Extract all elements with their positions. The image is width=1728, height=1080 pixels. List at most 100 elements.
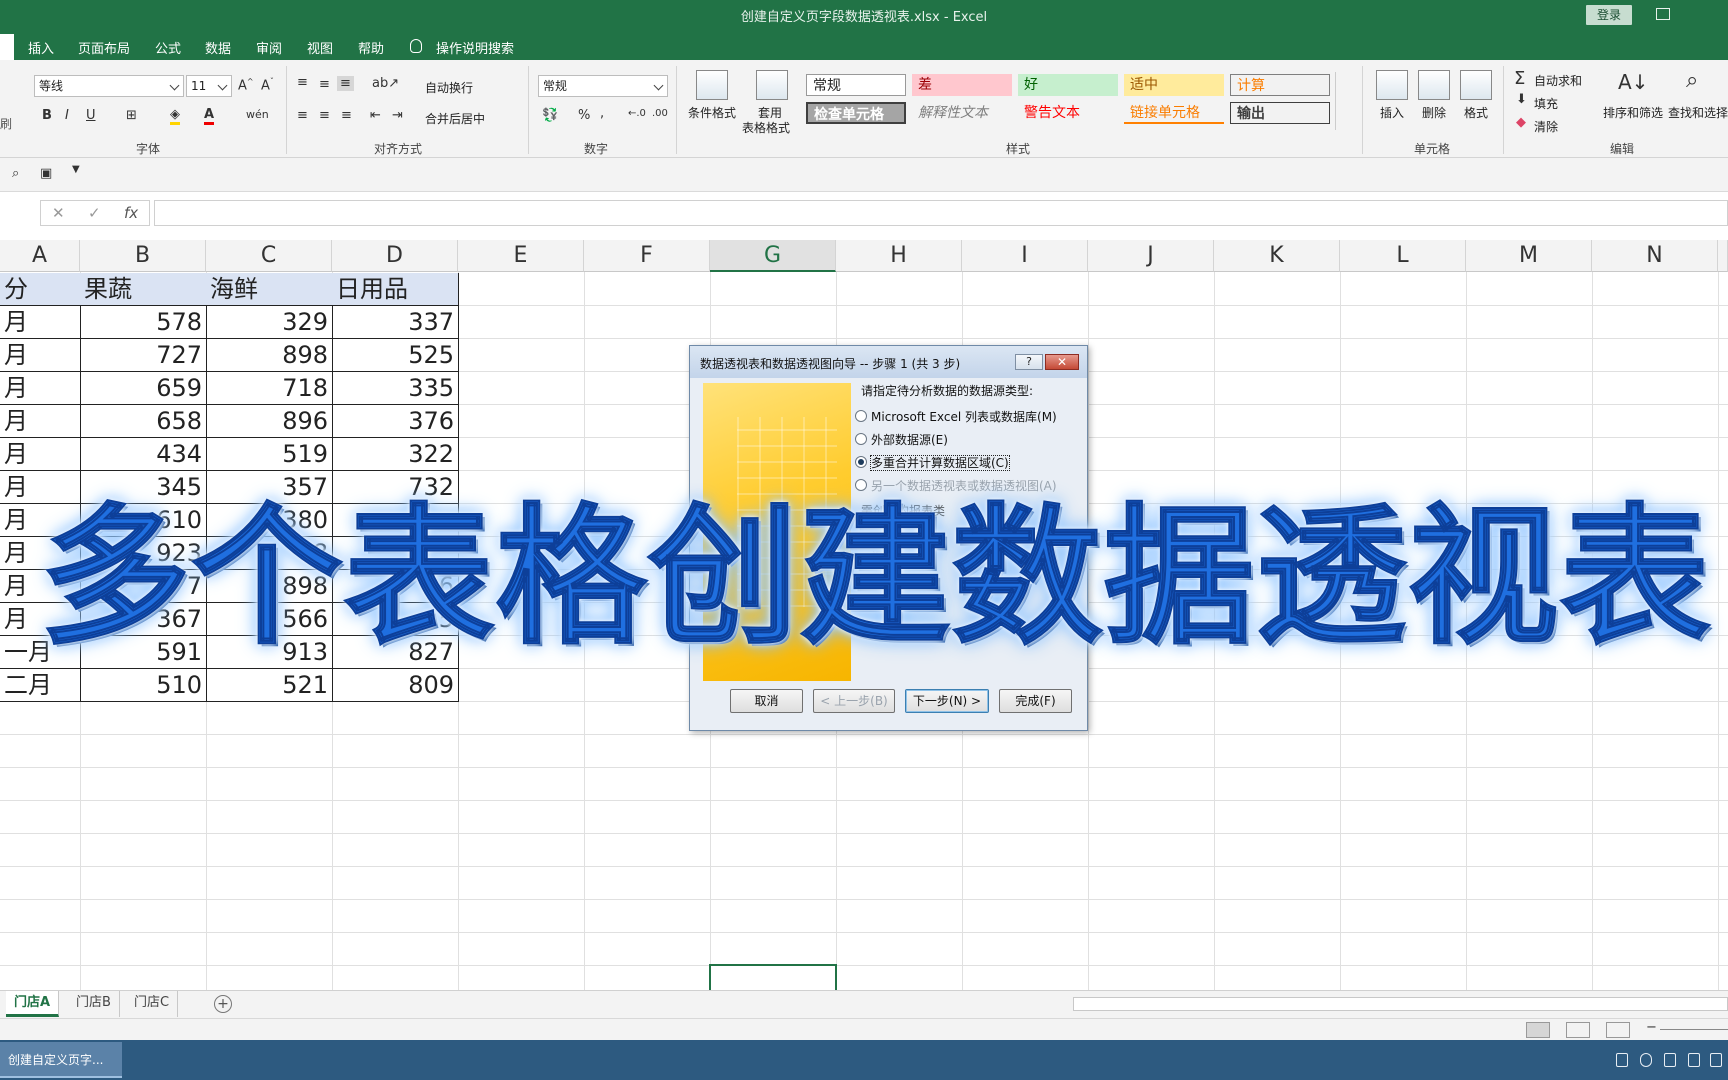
taskbar-excel-item[interactable]: 创建自定义页字...: [0, 1042, 122, 1078]
style-normal[interactable]: 常规: [806, 74, 906, 96]
clear-button[interactable]: 清除: [1534, 118, 1558, 135]
table-cell[interactable]: 月: [0, 339, 81, 372]
table-cell[interactable]: 月: [0, 372, 81, 405]
table-cell[interactable]: 519: [206, 438, 333, 471]
login-button[interactable]: 登录: [1586, 5, 1632, 25]
fill-down-icon[interactable]: ⬇: [1516, 92, 1527, 107]
radio-button[interactable]: [855, 410, 867, 422]
volume-icon[interactable]: [1688, 1053, 1700, 1067]
zoom-out-icon[interactable]: −: [1646, 1020, 1657, 1035]
table-cell[interactable]: 月: [0, 405, 81, 438]
decrease-decimal-icon[interactable]: .00: [652, 108, 668, 119]
percent-icon[interactable]: %: [578, 108, 590, 123]
table-header-cell[interactable]: 海鲜: [206, 273, 333, 306]
table-cell[interactable]: 896: [206, 405, 333, 438]
tab-insert[interactable]: 插入: [28, 38, 54, 57]
customize-qat-icon[interactable]: ▼: [72, 164, 80, 175]
autosum-button[interactable]: 自动求和: [1534, 72, 1582, 89]
table-cell[interactable]: 月: [0, 306, 81, 339]
border-icon[interactable]: ⊞: [126, 108, 137, 123]
column-header-l[interactable]: L: [1340, 240, 1466, 272]
option-external-source[interactable]: 外部数据源(E): [855, 431, 948, 448]
style-explanatory[interactable]: 解释性文本: [912, 102, 1012, 124]
insert-cells-icon[interactable]: [1376, 70, 1408, 100]
column-header-f[interactable]: F: [584, 240, 710, 272]
column-header-o-edge[interactable]: [1718, 240, 1728, 272]
delete-cells-icon[interactable]: [1418, 70, 1450, 100]
font-name-combo[interactable]: 等线: [34, 75, 184, 97]
table-cell[interactable]: 335: [332, 372, 459, 405]
cancel-icon[interactable]: ✕: [52, 204, 65, 222]
tab-home-edge[interactable]: [0, 34, 14, 60]
tab-help[interactable]: 帮助: [358, 38, 384, 57]
align-left-icon[interactable]: ≡: [297, 108, 308, 123]
active-cell-selection[interactable]: [709, 964, 837, 992]
decrease-indent-icon[interactable]: ⇤: [370, 108, 381, 123]
style-warning[interactable]: 警告文本: [1018, 102, 1118, 124]
comma-icon[interactable]: ,: [600, 106, 604, 121]
sheet-tab-store-a[interactable]: 门店A: [6, 991, 60, 1017]
merge-center-button[interactable]: 合并后居中: [425, 110, 485, 127]
tab-formulas[interactable]: 公式: [155, 38, 181, 57]
table-cell[interactable]: 434: [80, 438, 207, 471]
column-header-j[interactable]: J: [1088, 240, 1214, 272]
align-middle-icon[interactable]: ≡: [319, 77, 330, 92]
finish-button[interactable]: 完成(F): [999, 689, 1072, 713]
table-cell[interactable]: 525: [332, 339, 459, 372]
align-center-icon[interactable]: ≡: [319, 108, 330, 123]
fill-button[interactable]: 填充: [1534, 95, 1558, 112]
insert-function-icon[interactable]: fx: [124, 204, 138, 222]
column-header-g[interactable]: G: [710, 240, 836, 272]
column-header-e[interactable]: E: [458, 240, 584, 272]
column-header-c[interactable]: C: [206, 240, 332, 272]
column-header-m[interactable]: M: [1466, 240, 1592, 272]
style-good[interactable]: 好: [1018, 74, 1118, 96]
print-preview-icon[interactable]: ⌕: [12, 166, 19, 181]
format-table-icon[interactable]: [756, 70, 788, 100]
underline-icon[interactable]: U: [86, 108, 96, 123]
sheet-tab-store-c[interactable]: 门店C: [126, 991, 179, 1017]
table-cell[interactable]: 658: [80, 405, 207, 438]
keyboard-icon[interactable]: [1616, 1053, 1628, 1067]
conditional-format-button[interactable]: 条件格式: [688, 104, 736, 121]
tab-view[interactable]: 视图: [307, 38, 333, 57]
radio-button-selected[interactable]: [855, 456, 867, 468]
increase-font-icon[interactable]: A^: [238, 77, 254, 93]
style-neutral[interactable]: 适中: [1124, 74, 1224, 96]
table-header-cell[interactable]: 日用品: [332, 273, 459, 306]
add-sheet-icon[interactable]: +: [214, 995, 232, 1013]
help-button[interactable]: ?: [1015, 354, 1043, 370]
magnifier-icon[interactable]: ⌕: [1686, 68, 1698, 93]
format-cells-button[interactable]: 格式: [1464, 104, 1488, 121]
orientation-icon[interactable]: ab↗: [372, 76, 399, 91]
ribbon-display-options-icon[interactable]: [1656, 8, 1670, 20]
table-cell[interactable]: 659: [80, 372, 207, 405]
column-header-d[interactable]: D: [332, 240, 458, 272]
style-output[interactable]: 输出: [1230, 102, 1330, 124]
tab-review[interactable]: 审阅: [256, 38, 282, 57]
table-cell[interactable]: 727: [80, 339, 207, 372]
increase-decimal-icon[interactable]: ←.0: [628, 108, 646, 119]
sort-filter-icon[interactable]: A↓: [1618, 70, 1648, 94]
conditional-format-icon[interactable]: [696, 70, 728, 100]
increase-indent-icon[interactable]: ⇥: [392, 108, 403, 123]
table-cell[interactable]: 718: [206, 372, 333, 405]
cancel-button[interactable]: 取消: [730, 689, 803, 713]
align-top-icon[interactable]: ≡: [297, 75, 308, 90]
tab-page-layout[interactable]: 页面布局: [78, 38, 130, 57]
formula-input[interactable]: [154, 200, 1728, 226]
styles-gallery-scroll[interactable]: [1335, 72, 1351, 130]
align-right-icon[interactable]: ≡: [341, 108, 352, 123]
page-layout-view-icon[interactable]: [1566, 1022, 1590, 1038]
option-multiple-ranges[interactable]: 多重合并计算数据区域(C): [855, 454, 1010, 471]
phonetic-icon[interactable]: wén: [246, 108, 269, 121]
sort-filter-button[interactable]: 排序和筛选: [1603, 104, 1663, 121]
network-icon[interactable]: [1710, 1053, 1722, 1067]
back-button[interactable]: < 上一步(B): [813, 689, 895, 713]
align-bottom-icon[interactable]: ≡: [337, 76, 354, 91]
sigma-icon[interactable]: Σ: [1514, 68, 1525, 89]
format-cells-icon[interactable]: [1460, 70, 1492, 100]
screenshot-icon[interactable]: ▣: [40, 166, 52, 181]
column-header-i[interactable]: I: [962, 240, 1088, 272]
radio-button[interactable]: [855, 433, 867, 445]
